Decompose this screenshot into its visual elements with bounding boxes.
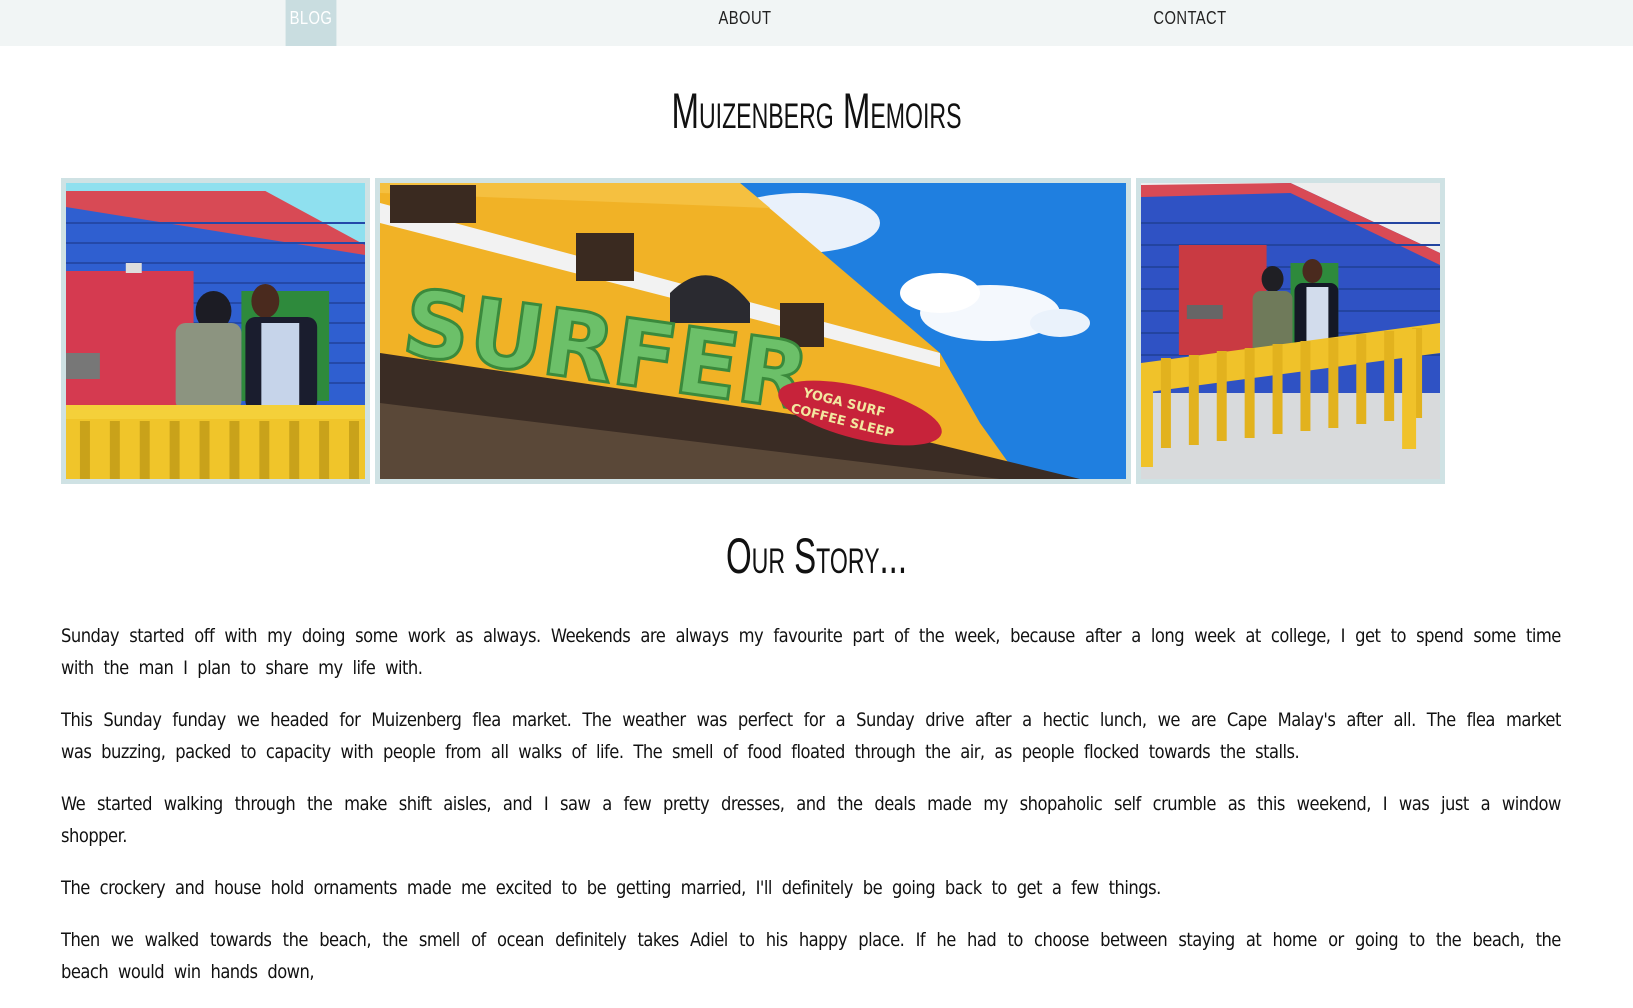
nav-item-blog[interactable]: BLOG: [285, 0, 337, 46]
story-body: Sunday started off with my doing some wo…: [61, 620, 1561, 1008]
nav-item-about[interactable]: ABOUT: [708, 0, 782, 46]
story-paragraph: The crockery and house hold ornaments ma…: [61, 877, 1161, 899]
gallery-photo-couple-standing[interactable]: [1136, 178, 1445, 484]
section-title: Our Story...: [725, 528, 908, 584]
gallery-photo-couple-kiss[interactable]: [61, 178, 370, 484]
nav-item-contact[interactable]: CONTACT: [1149, 0, 1231, 46]
story-paragraph: We started walking through the make shif…: [61, 793, 1561, 847]
couple-standing-image: [1141, 183, 1440, 479]
story-paragraph: This Sunday funday we headed for Muizenb…: [61, 709, 1561, 763]
top-nav: BLOG ABOUT CONTACT: [0, 0, 1633, 46]
couple-kiss-image: [66, 183, 365, 479]
gallery-photo-surfer-building[interactable]: SURFER YOGA SURF COFFEE SLEEP: [375, 178, 1131, 484]
page-title: Muizenberg Memoirs: [671, 83, 962, 139]
story-paragraph: Then we walked towards the beach, the sm…: [61, 929, 1561, 983]
story-paragraph: Sunday started off with my doing some wo…: [61, 625, 1561, 679]
surfer-building-image: SURFER YOGA SURF COFFEE SLEEP: [380, 183, 1126, 479]
